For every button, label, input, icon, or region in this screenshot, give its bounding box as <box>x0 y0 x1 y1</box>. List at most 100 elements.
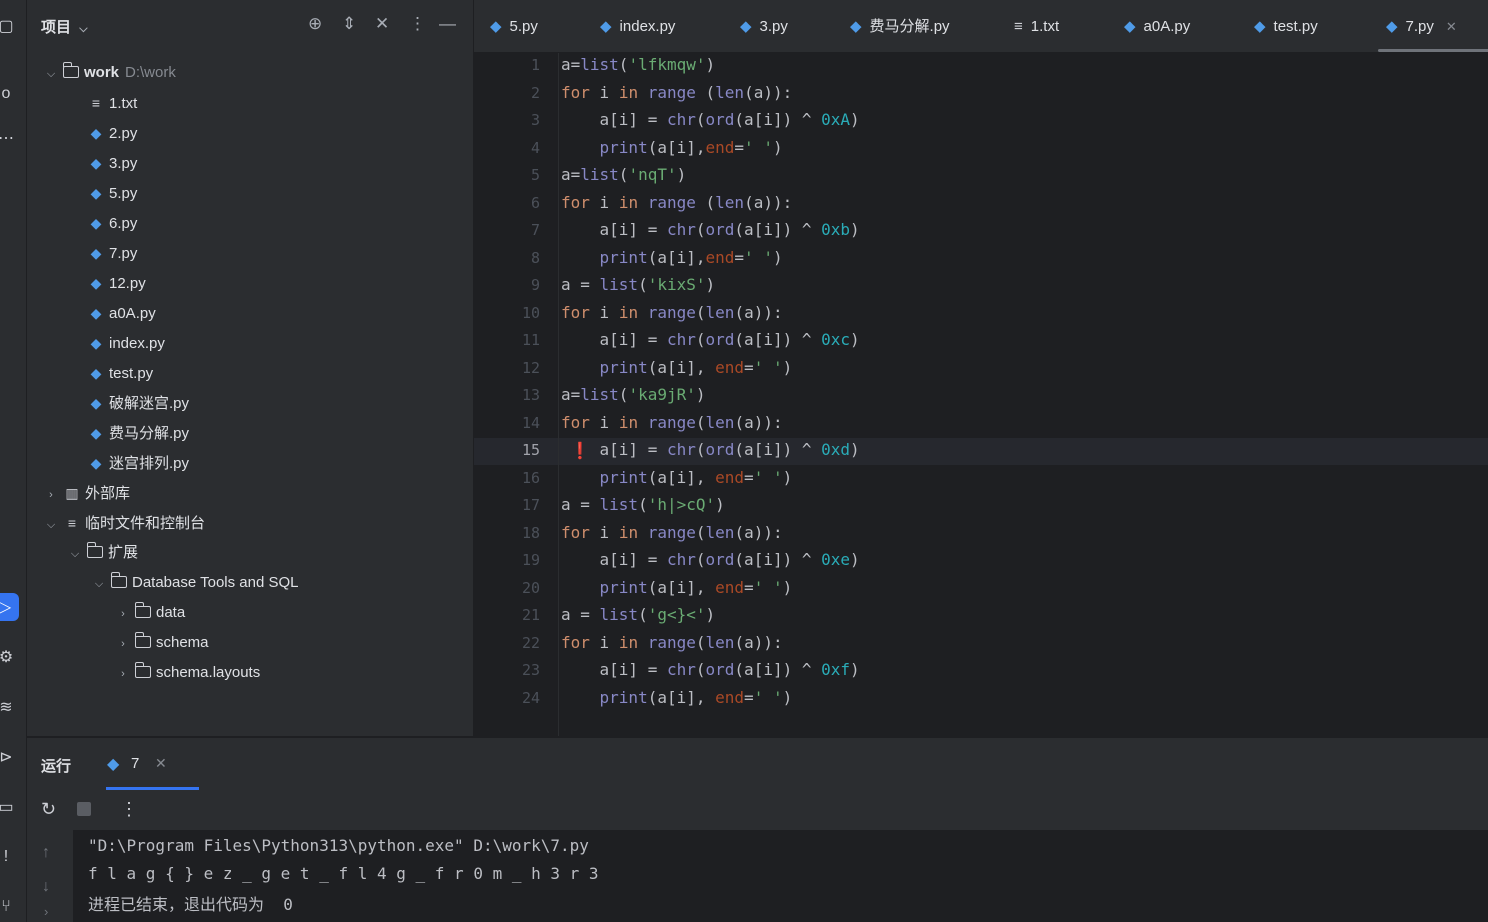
tree-item-label: test.py <box>109 365 154 382</box>
tree-item[interactable]: › schema <box>115 628 209 658</box>
code-line[interactable]: for i in range (len(a)): <box>561 193 792 212</box>
line-number: 4 <box>530 138 540 157</box>
tree-item-label: 1.txt <box>109 95 138 112</box>
scroll-up-icon[interactable]: ↑ <box>42 844 50 862</box>
editor-tab[interactable]: ≡ 1.txt <box>1014 0 1059 52</box>
code-line[interactable]: a[i] = chr(ord(a[i]) ^ 0xA) <box>561 110 860 129</box>
tree-item[interactable]: ›◆迷宫排列.py <box>67 448 189 478</box>
code-line[interactable]: for i in range(len(a)): <box>561 523 783 542</box>
close-tab-icon[interactable]: ✕ <box>1446 19 1457 34</box>
python-file-icon: ◆ <box>600 18 612 35</box>
editor-tab[interactable]: ◆ 5.py <box>490 0 538 52</box>
python-file-icon: ◆ <box>90 335 102 351</box>
tree-item[interactable]: › schema.layouts <box>115 658 260 688</box>
project-panel-title[interactable]: 项目 ⌵ <box>41 16 88 37</box>
code-line[interactable]: for i in range(len(a)): <box>561 413 783 432</box>
tree-item[interactable]: ›◆2.py <box>67 118 138 148</box>
editor-tab[interactable]: ◆ test.py <box>1254 0 1318 52</box>
chevron-down-icon[interactable]: ⌵ <box>43 510 59 540</box>
code-line[interactable]: print(a[i], end=' ') <box>561 358 793 377</box>
code-line[interactable]: print(a[i], end=' ') <box>561 468 793 487</box>
close-tab-icon[interactable]: ✕ <box>155 755 167 772</box>
code-line[interactable]: a = list('kixS') <box>561 275 715 294</box>
options-menu-icon[interactable]: ⋮ <box>409 14 426 34</box>
chevron-right-icon[interactable]: › <box>43 480 59 510</box>
tree-item[interactable]: ⌵ Database Tools and SQL <box>91 568 299 598</box>
tree-item-label: 迷宫排列.py <box>109 455 190 472</box>
chevron-right-icon[interactable]: › <box>44 904 48 919</box>
code-line[interactable]: print(a[i], end=' ') <box>561 688 793 707</box>
editor-tab[interactable]: ◆ a0A.py <box>1124 0 1190 52</box>
tree-item[interactable]: ›◆5.py <box>67 178 138 208</box>
chevron-right-icon[interactable]: › <box>115 629 131 659</box>
chevron-right-icon[interactable]: › <box>115 599 131 629</box>
line-number: 15 <box>521 441 540 459</box>
tree-item[interactable]: ›◆test.py <box>67 358 154 388</box>
services-icon[interactable]: ⊳ <box>0 743 20 771</box>
chevron-down-icon[interactable]: ⌵ <box>67 539 83 569</box>
tree-item[interactable]: ⌵ ≡ 临时文件和控制台 <box>43 508 205 538</box>
code-line[interactable]: for i in range(len(a)): <box>561 303 783 322</box>
tree-item[interactable]: ›◆3.py <box>67 148 138 178</box>
code-line[interactable]: a=list('nqT') <box>561 165 686 184</box>
collapse-all-icon[interactable]: ✕ <box>375 14 389 34</box>
locate-icon[interactable]: ⊕ <box>308 14 322 34</box>
rerun-icon[interactable]: ↻ <box>41 799 56 820</box>
code-line[interactable]: print(a[i],end=' ') <box>561 248 783 267</box>
project-tool-icon[interactable]: ▢ <box>0 12 20 40</box>
tree-item[interactable]: ›◆6.py <box>67 208 138 238</box>
tree-item[interactable]: ›≡1.txt <box>67 88 137 118</box>
code-line[interactable]: for i in range (len(a)): <box>561 83 792 102</box>
folder-icon <box>110 572 127 588</box>
expand-collapse-icon[interactable]: ⇕ <box>342 14 356 34</box>
more-tools-icon[interactable]: ⋯ <box>0 124 20 152</box>
code-line[interactable]: for i in range(len(a)): <box>561 633 783 652</box>
hide-panel-icon[interactable]: — <box>439 14 456 34</box>
more-actions-icon[interactable]: ⋮ <box>120 799 138 820</box>
tool-window-strip: ▢ o ⋯ ▷ ⚙ ≋ ⊳ ▭ ! ⑂ <box>0 0 27 922</box>
editor-tab-bar: ◆ 5.py ◆ index.py ◆ 3.py ◆ 费马分解.py ≡ 1.txt ◆ a0A.py… <box>474 0 1488 53</box>
tree-item[interactable]: › data <box>115 598 185 628</box>
editor-tab[interactable]: ◆ 7.py ✕ <box>1378 0 1488 52</box>
editor-tab[interactable]: ◆ 3.py <box>740 0 788 52</box>
stop-icon[interactable] <box>77 802 91 816</box>
run-tab[interactable]: ◆ 7 ✕ <box>106 738 199 790</box>
layers-icon[interactable]: ≋ <box>0 693 20 721</box>
chevron-down-icon[interactable]: ⌵ <box>43 59 59 89</box>
code-line[interactable]: a=list('lfkmqw') <box>561 55 715 74</box>
python-packages-icon[interactable]: ⚙ <box>0 643 20 671</box>
tree-item[interactable]: ⌵ work D:\work <box>43 58 176 88</box>
python-file-icon: ◆ <box>90 185 102 201</box>
code-line[interactable]: print(a[i], end=' ') <box>561 578 793 597</box>
tree-item[interactable]: ›◆index.py <box>67 328 165 358</box>
editor-tab[interactable]: ◆ index.py <box>600 0 675 52</box>
console-line: "D:\Program Files\Python313\python.exe" … <box>88 836 589 855</box>
tree-item[interactable]: ›◆破解迷宫.py <box>67 388 189 418</box>
run-tool-icon[interactable]: ▷ <box>0 593 19 621</box>
commit-tool-icon[interactable]: o <box>0 80 20 108</box>
tree-item[interactable]: ›◆7.py <box>67 238 138 268</box>
line-number: 5 <box>530 166 540 184</box>
tree-item-label: schema <box>156 634 209 651</box>
git-icon[interactable]: ⑂ <box>0 893 20 921</box>
scroll-down-icon[interactable]: ↓ <box>42 878 50 896</box>
code-line[interactable]: print(a[i],end=' ') <box>561 138 783 157</box>
tree-item[interactable]: ⌵ 扩展 <box>67 538 138 568</box>
tree-item[interactable]: ›◆费马分解.py <box>67 418 189 448</box>
tree-item[interactable]: › ▥ 外部库 <box>43 478 130 508</box>
code-line[interactable]: a[i] = chr(ord(a[i]) ^ 0xd) <box>561 440 860 459</box>
code-line[interactable]: a = list('g<}<') <box>561 605 715 624</box>
tree-item[interactable]: ›◆12.py <box>67 268 146 298</box>
chevron-right-icon[interactable]: › <box>115 659 131 689</box>
code-line[interactable]: a[i] = chr(ord(a[i]) ^ 0xe) <box>561 550 860 569</box>
terminal-icon[interactable]: ▭ <box>0 793 20 821</box>
problems-icon[interactable]: ! <box>0 843 20 871</box>
editor-tab[interactable]: ◆ 费马分解.py <box>850 0 950 52</box>
code-line[interactable]: a[i] = chr(ord(a[i]) ^ 0xf) <box>561 660 860 679</box>
code-line[interactable]: a = list('h|>cQ') <box>561 495 725 514</box>
chevron-down-icon[interactable]: ⌵ <box>91 569 107 599</box>
code-line[interactable]: a[i] = chr(ord(a[i]) ^ 0xb) <box>561 220 860 239</box>
code-line[interactable]: a=list('ka9jR') <box>561 385 706 404</box>
code-line[interactable]: a[i] = chr(ord(a[i]) ^ 0xc) <box>561 330 860 349</box>
tree-item[interactable]: ›◆a0A.py <box>67 298 156 328</box>
